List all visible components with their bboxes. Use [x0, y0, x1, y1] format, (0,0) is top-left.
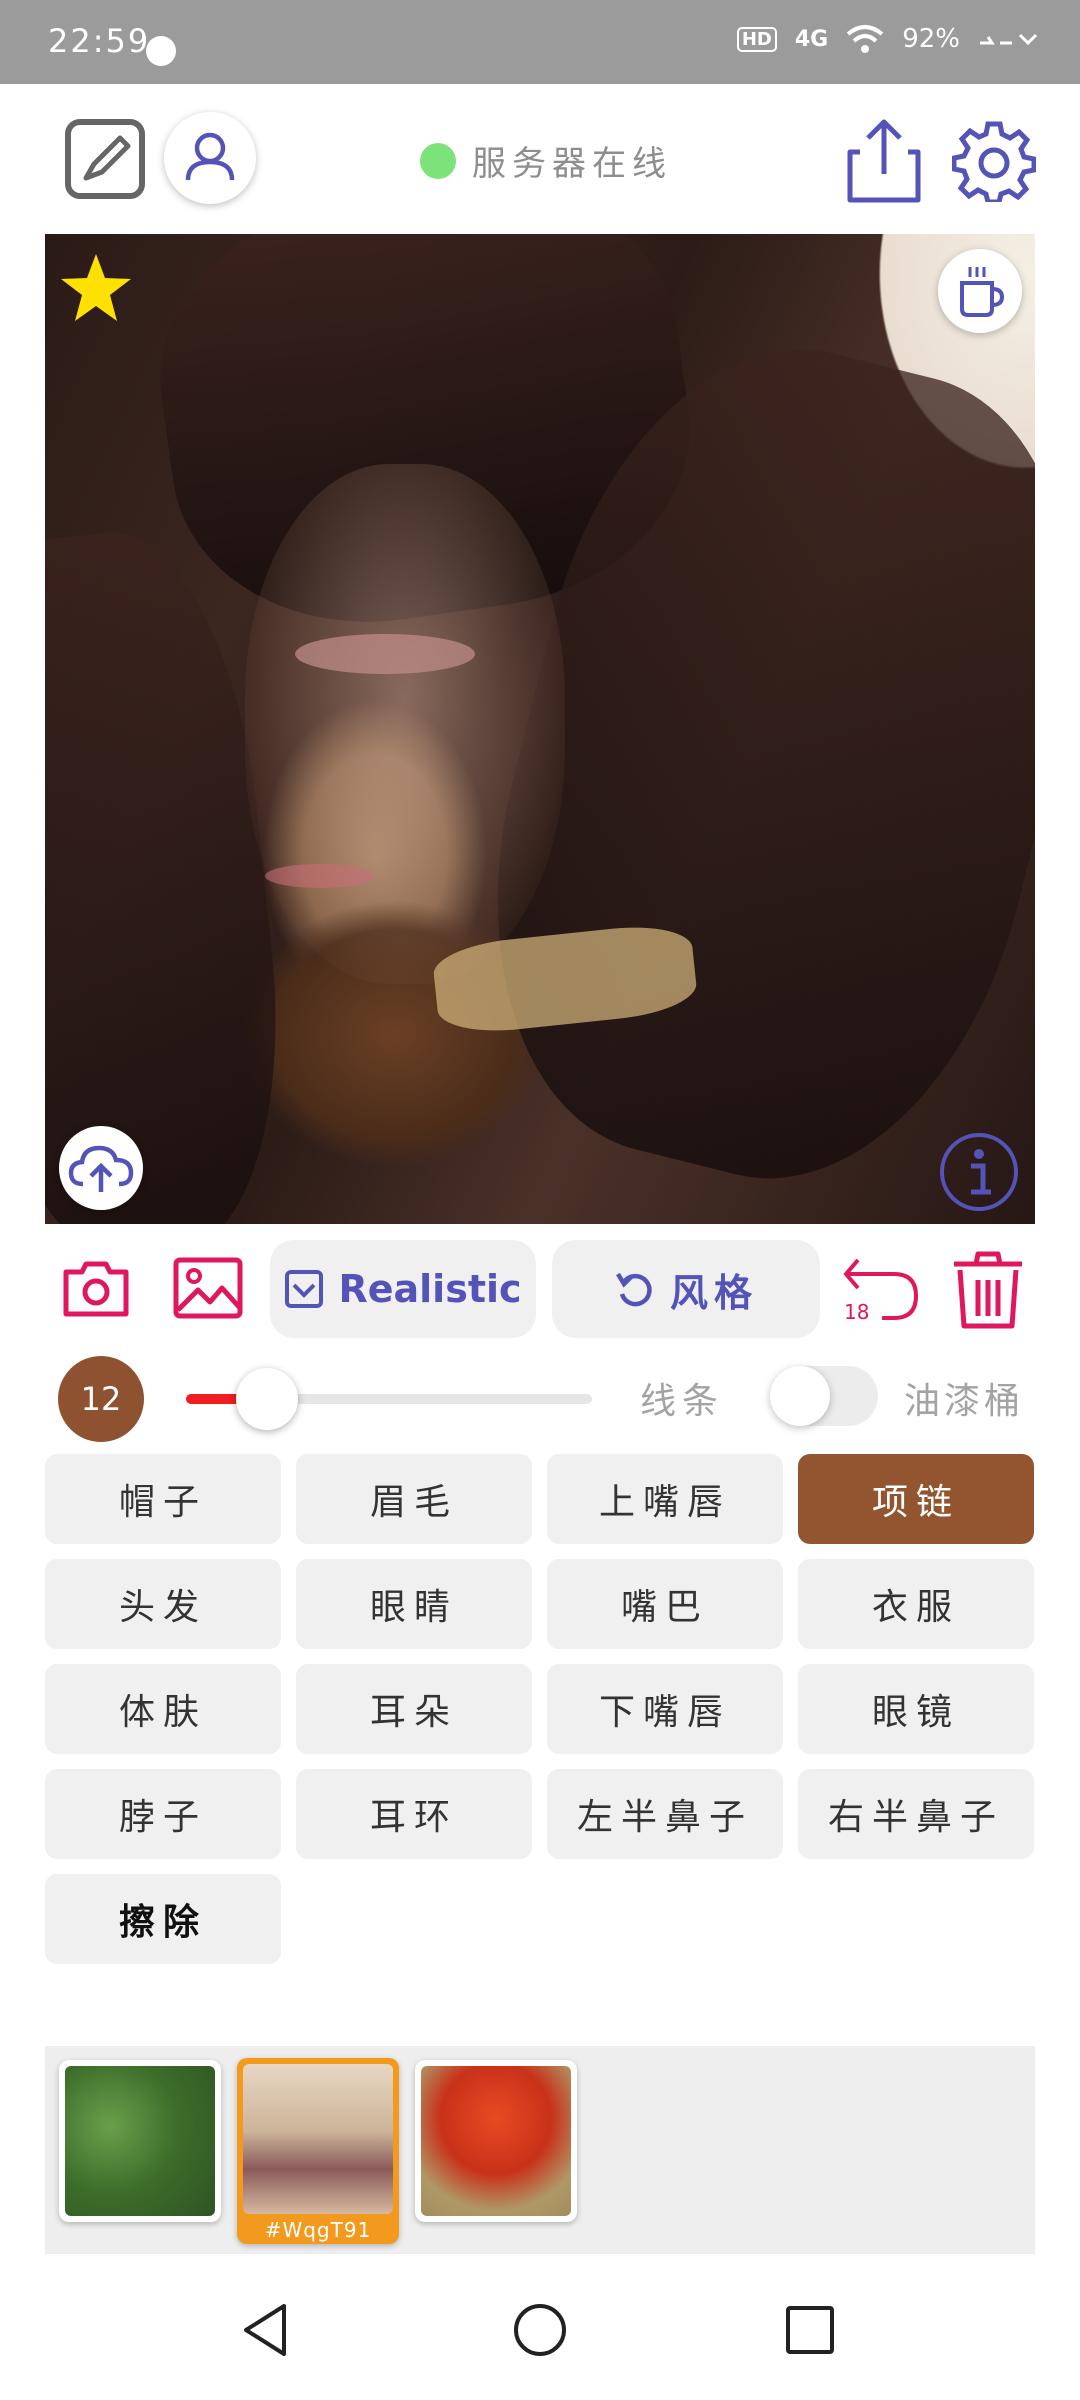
share-button[interactable]: [846, 116, 922, 204]
user-button[interactable]: [164, 112, 256, 204]
server-status-led: [420, 142, 456, 179]
share-icon: [847, 119, 921, 203]
hd-badge: HD: [736, 26, 777, 52]
network-label: 4G: [794, 26, 829, 52]
undo-count: 18: [844, 1300, 870, 1324]
part-chip[interactable]: 眼镜: [798, 1664, 1034, 1754]
back-nav-icon[interactable]: [236, 2300, 296, 2360]
part-chip[interactable]: 下嘴唇: [547, 1664, 783, 1754]
coffee-icon: [960, 267, 1005, 317]
part-chip[interactable]: 头发: [45, 1559, 281, 1649]
gallery-thumb-selected[interactable]: #WqgT91: [237, 2058, 399, 2244]
eye-region: [295, 634, 475, 674]
slider-thumb[interactable]: [236, 1368, 299, 1430]
part-chip[interactable]: 眼睛: [296, 1559, 532, 1649]
mouth-region: [265, 864, 375, 888]
part-chip[interactable]: 脖子: [45, 1769, 281, 1859]
settings-button[interactable]: [951, 118, 1037, 205]
wifi-icon: [846, 25, 884, 53]
mode-button[interactable]: Realistic: [270, 1240, 536, 1338]
undo-button[interactable]: 18: [840, 1252, 920, 1328]
status-bar: 22:59 HD 4G 92%: [0, 0, 1080, 84]
photo-canvas[interactable]: [45, 234, 1035, 1224]
notification-dot-icon: [146, 36, 176, 66]
thumb-image: [65, 2066, 215, 2216]
star-icon[interactable]: [59, 252, 133, 324]
mode-label: Realistic: [338, 1267, 522, 1311]
part-chip[interactable]: 项链: [798, 1454, 1034, 1544]
thumb-image: [421, 2066, 571, 2216]
toggle-knob: [770, 1366, 830, 1426]
part-chip[interactable]: 衣服: [798, 1559, 1034, 1649]
rotate-icon: [616, 1272, 652, 1307]
part-chip[interactable]: 耳环: [296, 1769, 532, 1859]
signal-arrows-icon: [980, 33, 1038, 46]
part-chip[interactable]: 帽子: [45, 1454, 281, 1544]
status-time: 22:59: [48, 22, 151, 60]
server-status-label: 服务器在线: [472, 144, 672, 184]
style-label: 风格: [669, 1270, 758, 1315]
part-chip[interactable]: 眉毛: [296, 1454, 532, 1544]
bucket-toggle[interactable]: [770, 1366, 878, 1426]
part-chip[interactable]: 擦除: [45, 1874, 281, 1964]
battery-label: 92%: [902, 24, 960, 54]
bucket-label: 油漆桶: [904, 1381, 1025, 1422]
edit-icon: [65, 119, 145, 199]
part-chip[interactable]: 上嘴唇: [547, 1454, 783, 1544]
trash-icon: [954, 1251, 1022, 1329]
thumb-image: [243, 2064, 393, 2214]
face-region: [245, 464, 565, 984]
upload-button[interactable]: [59, 1126, 143, 1210]
edit-button[interactable]: [64, 118, 146, 200]
thumb-caption: #WqgT91: [264, 2218, 372, 2242]
gear-icon: [951, 121, 1037, 205]
cloud-upload-icon: [68, 1145, 134, 1192]
server-status: 服务器在线: [420, 136, 672, 185]
gallery-thumb[interactable]: [415, 2060, 577, 2222]
camera-icon: [63, 1261, 129, 1317]
recents-nav-icon[interactable]: [780, 2300, 840, 2360]
part-chip[interactable]: 左半鼻子: [547, 1769, 783, 1859]
part-chip[interactable]: 右半鼻子: [798, 1769, 1034, 1859]
style-button[interactable]: 风格: [552, 1240, 820, 1338]
status-right: HD 4G 92%: [736, 24, 1038, 54]
brush-size-badge: 12: [58, 1356, 144, 1442]
gallery-button[interactable]: [172, 1256, 244, 1320]
line-label: 线条: [640, 1381, 725, 1422]
camera-button[interactable]: [62, 1258, 130, 1318]
style-gallery: #WqgT91: [45, 2046, 1035, 2254]
part-chip[interactable]: 体肤: [45, 1664, 281, 1754]
image-icon: [173, 1257, 243, 1319]
info-icon[interactable]: [937, 1130, 1021, 1214]
user-icon: [185, 132, 235, 181]
gallery-thumb[interactable]: [59, 2060, 221, 2222]
part-chip[interactable]: 耳朵: [296, 1664, 532, 1754]
delete-button[interactable]: [950, 1250, 1026, 1330]
checkbox-icon: [285, 1270, 324, 1308]
coffee-button[interactable]: [938, 249, 1022, 333]
part-chip[interactable]: 嘴巴: [547, 1559, 783, 1649]
home-nav-icon[interactable]: [510, 2300, 570, 2360]
